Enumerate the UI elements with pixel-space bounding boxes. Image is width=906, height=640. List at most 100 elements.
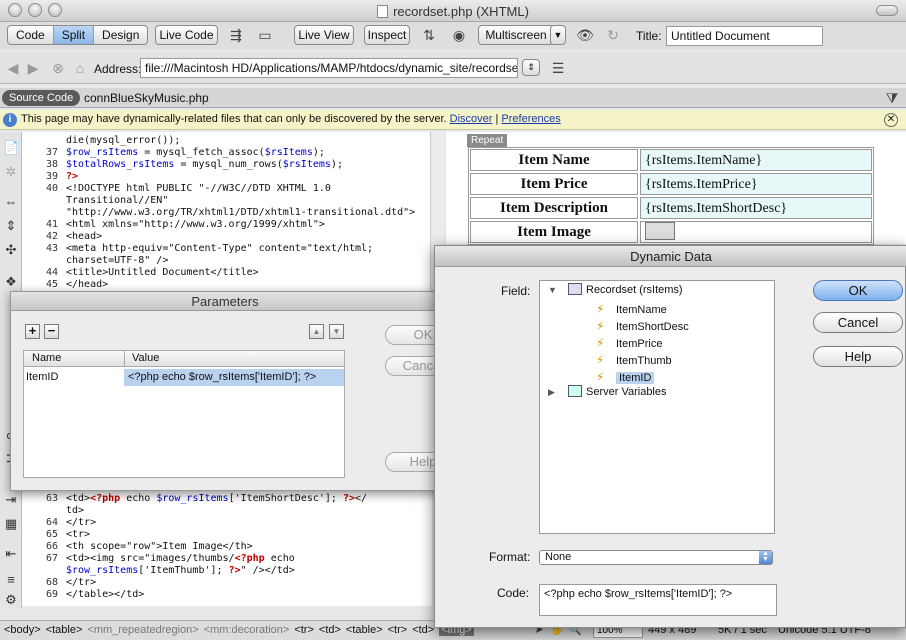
code-line[interactable]: td> bbox=[66, 505, 84, 516]
multiscreen-button[interactable]: Multiscreen bbox=[478, 25, 554, 45]
refresh-icon[interactable]: ↻ bbox=[603, 27, 623, 43]
code-line[interactable]: </head> bbox=[66, 279, 108, 290]
code-editor-top[interactable]: die(mysql_error()); 37 $row_rsItems = mysq… bbox=[22, 132, 444, 292]
address-history-button[interactable]: ⇕ bbox=[522, 59, 540, 76]
code-input[interactable]: <?php echo $row_rsItems['ItemID']; ?> bbox=[539, 584, 777, 616]
code-line[interactable]: <td><?php echo $row_rsItems['ItemShortDe… bbox=[66, 493, 367, 504]
forward-arrow-icon[interactable]: ▶ bbox=[26, 60, 40, 76]
recordset-node[interactable]: ▼ Recordset (rsItems) bbox=[548, 282, 683, 299]
home-icon[interactable]: ⌂ bbox=[72, 60, 88, 76]
show-code-navigator-icon[interactable]: ✲ bbox=[3, 164, 19, 180]
server-variables-node[interactable]: ▶ Server Variables bbox=[548, 384, 667, 401]
select-arrow-icon[interactable]: ▲ ▼ bbox=[759, 550, 772, 564]
code-line[interactable]: <!DOCTYPE html PUBLIC "-//W3C//DTD XHTML… bbox=[66, 183, 331, 194]
tag-selector-item[interactable]: <td> bbox=[412, 624, 434, 636]
code-line[interactable]: "http://www.w3.org/TR/xhtml1/DTD/xhtml1-… bbox=[66, 207, 415, 218]
param-value-cell[interactable]: <?php echo $row_rsItems['ItemID']; ?> bbox=[124, 369, 344, 386]
tag-selector-item[interactable]: <table> bbox=[46, 624, 83, 636]
tag-selector-item[interactable]: <tr> bbox=[388, 624, 408, 636]
field-node[interactable]: ⚡ ItemPrice bbox=[596, 335, 662, 352]
field-node[interactable]: ⚡ ItemThumb bbox=[596, 352, 672, 369]
tag-selector-item[interactable]: <mm_repeatedregion> bbox=[87, 624, 198, 636]
move-up-button[interactable]: ▲ bbox=[309, 324, 324, 339]
expand-all-icon[interactable]: ✣ bbox=[3, 242, 19, 258]
browser-preview-icon[interactable]: ◉ bbox=[448, 27, 470, 43]
dynamic-text-placeholder[interactable]: {rsItems.ItemPrice} bbox=[640, 173, 872, 195]
repeat-region-tag[interactable]: Repeat bbox=[467, 134, 508, 147]
address-input[interactable]: file:///Macintosh HD/Applications/MAMP/h… bbox=[140, 58, 518, 78]
move-css-icon[interactable]: ≡ bbox=[3, 572, 19, 588]
multiscreen-dropdown-arrow[interactable]: ▼ bbox=[550, 25, 566, 45]
code-line[interactable]: die(mysql_error()); bbox=[66, 135, 180, 146]
code-line[interactable]: $row_rsItems = mysql_fetch_assoc($rsItem… bbox=[66, 147, 325, 158]
inspect-button[interactable]: Inspect bbox=[364, 25, 410, 45]
apply-source-formatting-icon[interactable]: ⚙ bbox=[3, 592, 19, 608]
indent-code-icon[interactable]: ⇥ bbox=[3, 492, 19, 508]
collapsed-triangle-icon[interactable]: ▶ bbox=[548, 384, 558, 401]
dynamic-help-button[interactable]: Help bbox=[813, 346, 903, 367]
live-code-button[interactable]: Live Code bbox=[155, 25, 218, 45]
param-name-cell[interactable]: ItemID bbox=[26, 371, 58, 383]
bindings-tree[interactable]: ▼ Recordset (rsItems) ⚡ ItemName ⚡ ItemShort… bbox=[539, 280, 775, 534]
file-management-icon[interactable]: ⇶ bbox=[226, 27, 246, 43]
table-row[interactable]: ItemID <?php echo $row_rsItems['ItemID']… bbox=[24, 369, 344, 386]
collapse-tag-icon[interactable]: ⇔ bbox=[3, 194, 19, 210]
code-line[interactable]: <tr> bbox=[66, 529, 90, 540]
code-line[interactable]: <td><img src="images/thumbs/<?php echo bbox=[66, 553, 295, 564]
format-source-icon[interactable]: ▦ bbox=[3, 516, 19, 532]
image-placeholder[interactable] bbox=[640, 221, 872, 243]
stop-icon[interactable]: ⊗ bbox=[50, 60, 66, 76]
preview-icon[interactable]: ▭ bbox=[254, 27, 276, 43]
open-documents-icon[interactable]: 📄 bbox=[3, 140, 19, 156]
field-node[interactable]: ⚡ ItemName bbox=[596, 301, 667, 318]
dynamic-text-placeholder[interactable]: {rsItems.ItemName} bbox=[640, 149, 872, 171]
code-line[interactable]: $totalRows_rsItems = mysql_num_rows($rsI… bbox=[66, 159, 343, 170]
preferences-link[interactable]: Preferences bbox=[501, 113, 560, 125]
field-node[interactable]: ⚡ ItemShortDesc bbox=[596, 318, 689, 335]
code-editor-bottom[interactable]: 63 <td><?php echo $row_rsItems['ItemShor… bbox=[22, 490, 432, 606]
source-code-tab[interactable]: Source Code bbox=[2, 90, 81, 106]
code-line[interactable]: <head> bbox=[66, 231, 102, 242]
code-line[interactable]: <th scope="row">Item Image</th> bbox=[66, 541, 253, 552]
expanded-triangle-icon[interactable]: ▼ bbox=[548, 282, 558, 299]
dynamic-cancel-button[interactable]: Cancel bbox=[813, 312, 903, 333]
code-line[interactable]: ?> bbox=[66, 171, 78, 182]
dynamic-text-placeholder[interactable]: {rsItems.ItemShortDesc} bbox=[640, 197, 872, 219]
filter-icon[interactable]: ⧩ bbox=[884, 90, 900, 106]
design-table[interactable]: Item Name {rsItems.ItemName} Item Price {r… bbox=[468, 147, 874, 245]
collapse-selection-icon[interactable]: ⇕ bbox=[3, 218, 19, 234]
outdent-code-icon[interactable]: ⇤ bbox=[3, 546, 19, 562]
parameters-table[interactable]: Name Value ItemID <?php echo $row_rsItem… bbox=[23, 350, 345, 478]
tag-selector-item[interactable]: <tr> bbox=[294, 624, 314, 636]
file-transfer-icon[interactable]: ⇅ bbox=[418, 27, 440, 43]
code-line[interactable]: <title>Untitled Document</title> bbox=[66, 267, 259, 278]
tag-selector-item[interactable]: <table> bbox=[346, 624, 383, 636]
select-parent-tag-icon[interactable]: ❖ bbox=[3, 274, 19, 290]
related-file-tab[interactable]: connBlueSkyMusic.php bbox=[84, 91, 209, 105]
toolbar-toggle-button[interactable] bbox=[876, 5, 898, 16]
code-line[interactable]: </tr> bbox=[66, 577, 96, 588]
visual-aids-eye-icon[interactable]: 👁 bbox=[575, 27, 595, 43]
tag-selector-item[interactable]: <body> bbox=[4, 624, 41, 636]
code-line[interactable]: charset=UTF-8" /> bbox=[66, 255, 168, 266]
split-view-button[interactable]: Split bbox=[53, 26, 95, 44]
close-icon[interactable]: ✕ bbox=[884, 113, 898, 127]
code-line[interactable]: <html xmlns="http://www.w3.org/1999/xhtm… bbox=[66, 219, 325, 230]
add-parameter-button[interactable]: + bbox=[25, 324, 40, 339]
code-view-button[interactable]: Code bbox=[8, 26, 54, 44]
tag-selector-item[interactable]: <mm:decoration> bbox=[204, 624, 290, 636]
design-view-button[interactable]: Design bbox=[94, 26, 147, 44]
live-view-button[interactable]: Live View bbox=[294, 25, 354, 45]
format-select[interactable]: None ▲ ▼ bbox=[539, 550, 773, 565]
dynamic-ok-button[interactable]: OK bbox=[813, 280, 903, 301]
code-line[interactable]: $row_rsItems['ItemThumb']; ?>" /></td> bbox=[66, 565, 295, 576]
code-line[interactable]: </tr> bbox=[66, 517, 96, 528]
code-line[interactable]: Transitional//EN" bbox=[66, 195, 168, 206]
document-title-input[interactable]: Untitled Document bbox=[666, 26, 823, 46]
back-arrow-icon[interactable]: ◀ bbox=[6, 60, 20, 76]
tag-selector-item[interactable]: <td> bbox=[319, 624, 341, 636]
code-line[interactable]: </table></td> bbox=[66, 589, 144, 600]
remove-parameter-button[interactable]: − bbox=[44, 324, 59, 339]
code-line[interactable]: <meta http-equiv="Content-Type" content=… bbox=[66, 243, 373, 254]
view-options-icon[interactable]: ☰ bbox=[548, 60, 568, 76]
